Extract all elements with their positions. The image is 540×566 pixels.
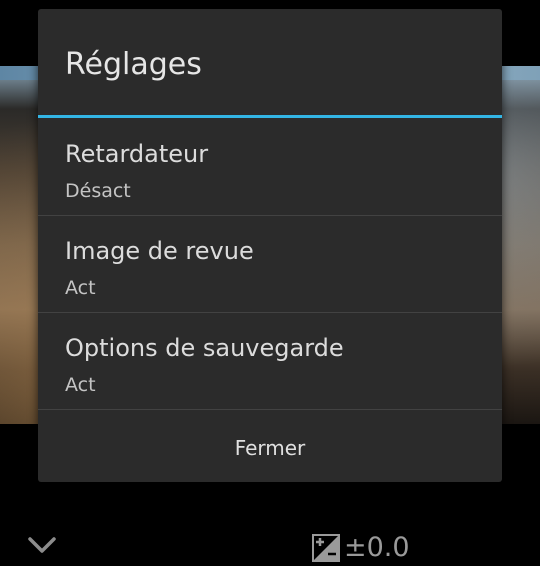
setting-value: Désact [65, 180, 131, 202]
dialog-title: Réglages [65, 47, 202, 82]
setting-label: Image de revue [65, 237, 254, 265]
setting-label: Options de sauvegarde [65, 334, 344, 362]
setting-item-review-image[interactable]: Image de revue Act [38, 216, 502, 313]
setting-label: Retardateur [65, 140, 209, 168]
close-button[interactable]: Fermer [38, 413, 502, 482]
setting-value: Act [65, 277, 96, 299]
setting-value: Act [65, 374, 96, 396]
settings-dialog: Réglages Retardateur Désact Image de rev… [38, 9, 502, 482]
title-divider [38, 115, 502, 118]
chevron-down-icon[interactable] [28, 533, 56, 557]
setting-item-self-timer[interactable]: Retardateur Désact [38, 119, 502, 216]
setting-item-save-options[interactable]: Options de sauvegarde Act [38, 313, 502, 410]
exposure-value: ±0.0 [344, 532, 410, 563]
exposure-compensation-icon [312, 534, 340, 562]
exposure-control[interactable]: ±0.0 [312, 532, 410, 564]
